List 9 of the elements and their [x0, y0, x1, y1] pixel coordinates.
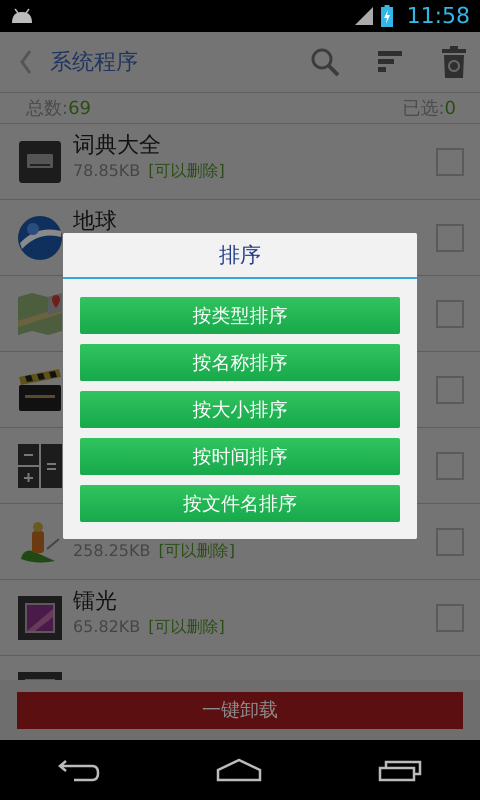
- app-name: 镭光: [73, 589, 118, 615]
- app-name: 词典大全: [73, 133, 162, 159]
- clock-time: 11:58: [406, 4, 470, 28]
- screen-title: 系统程序: [50, 49, 138, 77]
- removable-tag: [可以删除]: [148, 161, 225, 182]
- removable-tag: [可以删除]: [158, 541, 235, 562]
- removable-tag: [可以删除]: [148, 617, 225, 638]
- dialog-title: 排序: [63, 233, 417, 279]
- app-name: 地球: [73, 209, 118, 235]
